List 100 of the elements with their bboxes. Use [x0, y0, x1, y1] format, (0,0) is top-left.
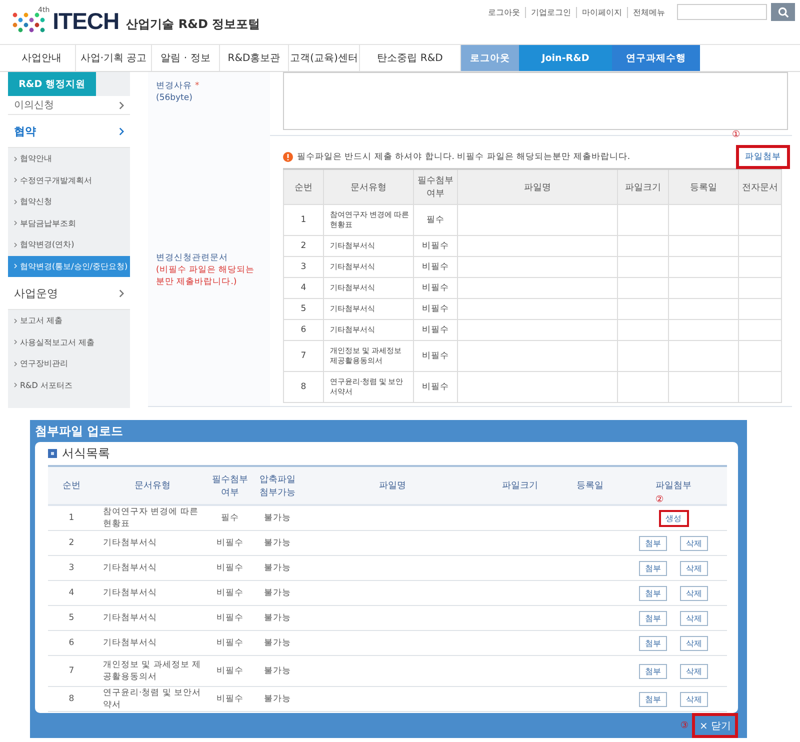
attach-file-button[interactable]: 파일첨부 — [736, 145, 790, 169]
sidebar-item-label: 부담금납부조회 — [20, 218, 76, 229]
chevron-icon — [14, 177, 17, 184]
nav-item[interactable]: 사업안내 — [8, 45, 76, 71]
column-header: 필수첨부 여부 — [210, 466, 250, 505]
step-marker: ① — [732, 130, 740, 140]
sidebar-item[interactable]: 보고서 제출 — [8, 310, 130, 332]
nav-item[interactable]: R&D홍보관 — [220, 45, 289, 71]
column-header: 등록일 — [560, 466, 620, 505]
table-cell: 기타첨부서식 — [95, 580, 210, 606]
file-action-button[interactable]: 삭제 — [680, 692, 708, 706]
header-link[interactable]: 전체메뉴 — [627, 6, 665, 18]
file-action-button[interactable]: 첨부 — [639, 664, 667, 678]
table-cell: 3 — [48, 556, 95, 580]
sidebar-item-label: 연구장비관리 — [20, 358, 68, 370]
header-link[interactable]: 마이페이지 — [576, 6, 622, 18]
nav-item[interactable]: 고객(교육)센터 — [289, 45, 360, 71]
sidebar-item-label: 협약변경(통보/승인/중단요청) — [20, 260, 128, 272]
file-action-button[interactable]: 삭제 — [680, 664, 708, 678]
table-cell: 2 — [284, 236, 324, 256]
sidebar-item[interactable]: 협약안내 — [8, 148, 130, 170]
table-cell: 비필수 — [210, 530, 250, 556]
sidebar-item[interactable]: 사용실적보고서 제출 — [8, 332, 130, 353]
column-header: 등록일 — [668, 169, 738, 204]
logo-subtitle: 산업기술 R&D 정보포털 — [126, 16, 260, 33]
file-action-button[interactable]: 첨부 — [639, 636, 667, 650]
file-action-button[interactable]: 삭제 — [680, 536, 708, 550]
table-cell: 비필수 — [210, 606, 250, 630]
file-action-button[interactable]: 첨부 — [639, 586, 667, 600]
sidebar-section[interactable]: 사업운영 — [8, 277, 130, 310]
file-action-button[interactable]: 첨부 — [639, 692, 667, 706]
search-field[interactable] — [677, 4, 767, 20]
table-cell: 8 — [48, 686, 95, 712]
sidebar-item[interactable]: R&D 서포터즈 — [8, 374, 130, 396]
sidebar-section-label: 사업운영 — [14, 286, 58, 300]
table-cell: 불가능 — [250, 530, 305, 556]
sidebar-item-label: 협약신청 — [20, 196, 52, 208]
column-header: 문서유형 — [95, 466, 210, 505]
nav-action-button[interactable]: 연구과제수행 — [612, 45, 700, 71]
sidebar-item[interactable]: 협약변경(연차) — [8, 234, 130, 256]
bullet-icon — [48, 449, 57, 458]
close-button[interactable]: × 닫기 — [692, 713, 738, 738]
file-action-button[interactable]: 생성 — [658, 510, 688, 526]
sidebar-item[interactable]: 수정연구개발계획서 — [8, 170, 130, 191]
section-badge: R&D 행정지원 — [8, 72, 96, 96]
table-cell: 비필수 — [210, 630, 250, 656]
file-action-button[interactable]: 삭제 — [680, 560, 708, 576]
file-action-button[interactable]: 삭제 — [680, 636, 708, 650]
table-cell: 6 — [48, 630, 95, 656]
file-action-button[interactable]: 삭제 — [680, 610, 708, 626]
file-action-button[interactable]: 첨부 — [639, 560, 667, 576]
reason-textarea[interactable] — [283, 72, 788, 130]
file-action-button[interactable]: 첨부 — [639, 610, 667, 626]
search-button[interactable] — [771, 3, 795, 21]
sidebar-section[interactable]: 협약 — [8, 115, 130, 148]
sidebar-item[interactable]: 연구장비관리 — [8, 353, 130, 374]
sidebar-item[interactable]: 협약변경(통보/승인/중단요청) — [8, 256, 130, 277]
chevron-icon — [14, 339, 17, 346]
chevron-icon — [119, 126, 124, 136]
chevron-icon — [14, 198, 17, 205]
table-cell: 기타첨부서식 — [95, 606, 210, 630]
nav-item[interactable]: 사업·기획 공고 — [76, 45, 152, 71]
file-action-button[interactable]: 삭제 — [680, 586, 708, 600]
table-cell: 비필수 — [210, 556, 250, 580]
column-header: 파일크기 — [618, 169, 668, 204]
header-link[interactable]: 기업로그인 — [525, 6, 571, 18]
table-cell: 비필수 — [414, 278, 458, 298]
chevron-icon — [119, 100, 124, 110]
table-cell: 필수 — [210, 505, 250, 530]
field-hint: (56byte) — [156, 92, 194, 105]
section-title: 서식목록 — [62, 445, 110, 462]
column-header: 파일크기 — [480, 466, 560, 505]
field-label: 변경신청관련문서 — [156, 253, 229, 266]
table-cell: 기타첨부서식 — [95, 630, 210, 656]
column-header: 필수첨부 여부 — [414, 169, 458, 204]
file-action-button[interactable]: 첨부 — [639, 536, 667, 550]
table-cell: 불가능 — [250, 606, 305, 630]
table-cell: 5 — [48, 606, 95, 630]
sidebar-item-label: R&D 서포터즈 — [20, 380, 72, 391]
logo-text[interactable]: ITECH — [52, 8, 120, 35]
table-cell: 비필수 — [414, 372, 458, 402]
sidebar-section[interactable]: 이의신청 — [8, 96, 130, 115]
sidebar-item-label: 사용실적보고서 제출 — [20, 336, 95, 348]
chevron-icon — [14, 382, 17, 388]
chevron-icon — [14, 318, 17, 324]
nav-action-button[interactable]: Join-R&D — [519, 45, 612, 71]
required-mark: * — [195, 81, 200, 91]
chevron-icon — [14, 360, 17, 367]
table-cell: 비필수 — [414, 320, 458, 340]
sidebar-section-label: 이의신청 — [14, 99, 54, 112]
sidebar-item[interactable]: 부담금납부조회 — [8, 212, 130, 234]
table-cell: 참여연구자 변경에 따른 현황표 — [95, 505, 210, 530]
table-cell: 1 — [48, 505, 95, 530]
header-link[interactable]: 로그아웃 — [488, 6, 520, 18]
table-cell: 불가능 — [250, 656, 305, 686]
chevron-icon — [14, 156, 17, 162]
sidebar-item[interactable]: 협약신청 — [8, 191, 130, 212]
chevron-icon — [14, 263, 17, 270]
nav-item[interactable]: 알림 · 정보 — [152, 45, 220, 71]
logo-dots-icon — [12, 10, 46, 32]
